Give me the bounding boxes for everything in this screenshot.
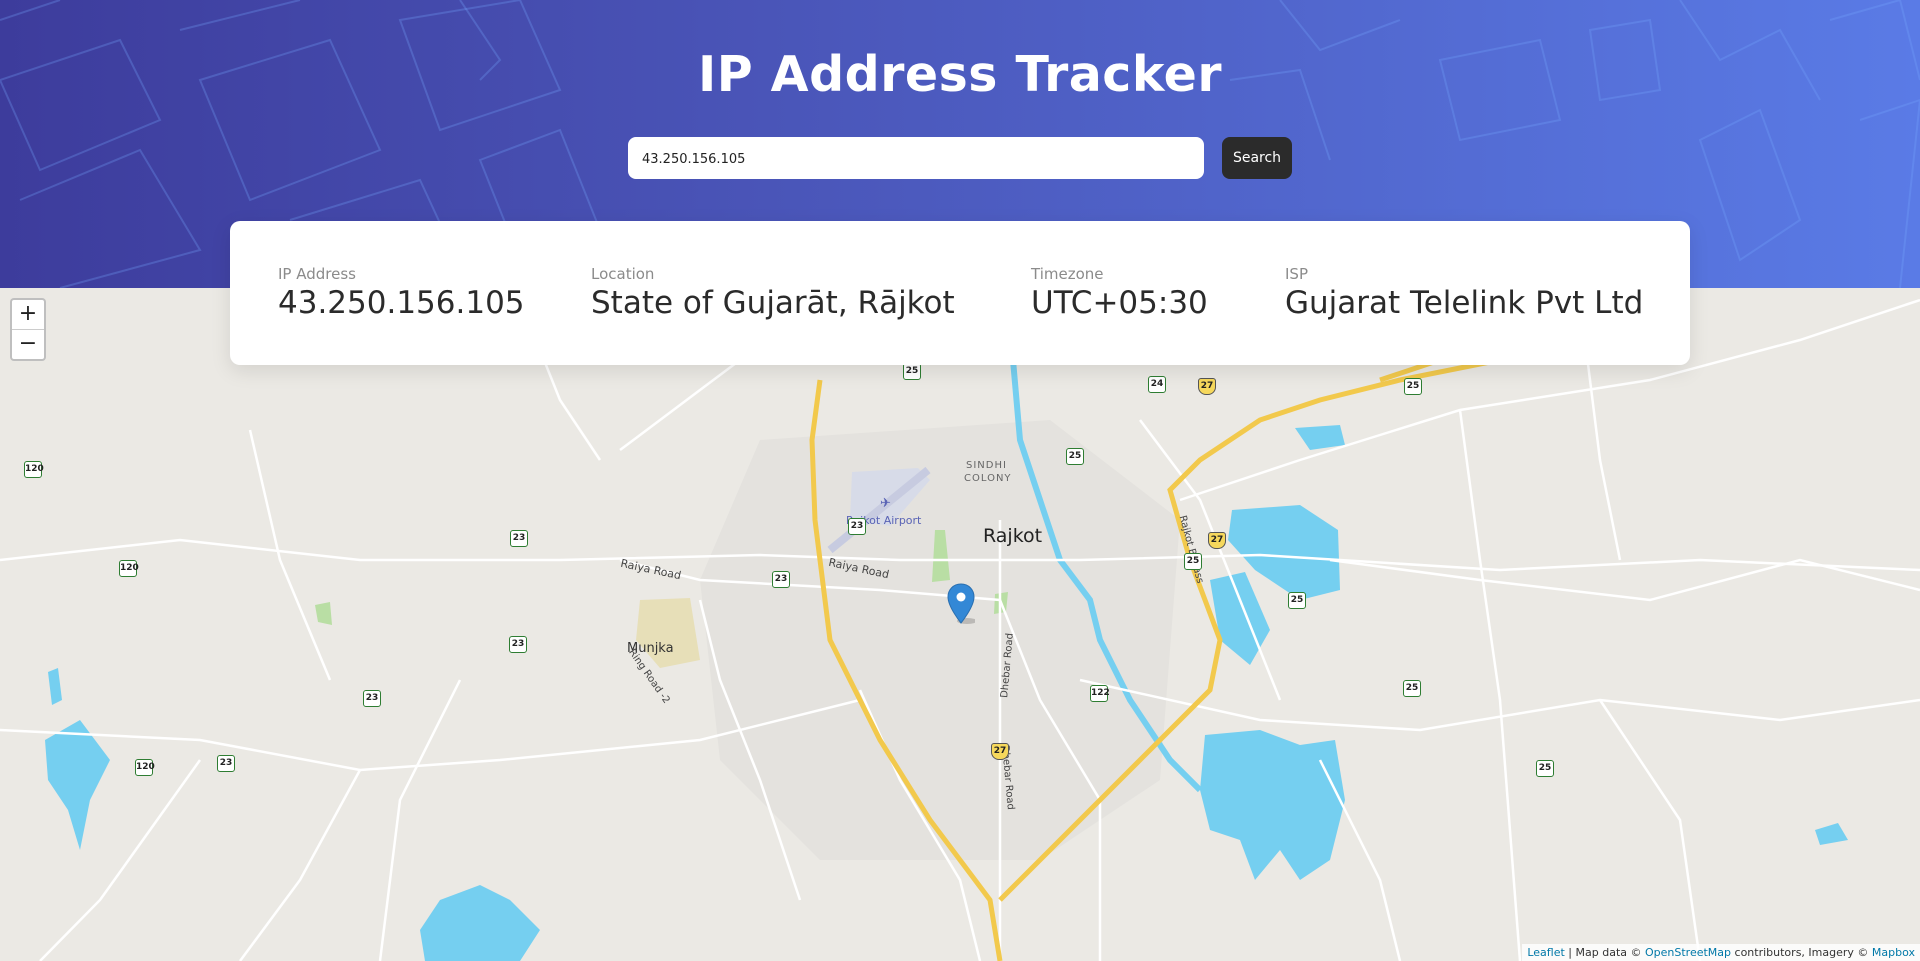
zoom-out-button[interactable]: − — [12, 330, 44, 359]
route-shield: 25 — [1288, 592, 1306, 609]
route-shield: 25 — [1536, 760, 1554, 777]
route-shield: 27 — [991, 743, 1009, 760]
field-area — [636, 598, 700, 668]
search-input[interactable] — [640, 137, 1194, 181]
map-attribution: Leaflet | Map data © OpenStreetMap contr… — [1522, 944, 1920, 961]
route-shield: 120 — [135, 759, 155, 776]
route-shield: 120 — [24, 461, 44, 478]
route-shield: 23 — [217, 755, 235, 772]
isp-value: Gujarat Telelink Pvt Ltd — [1285, 285, 1644, 321]
lake — [1295, 425, 1345, 450]
leaflet-link[interactable]: Leaflet — [1527, 946, 1564, 959]
route-shield: 25 — [903, 363, 921, 380]
ip-info-card: IP Address 43.250.156.105 Location State… — [230, 221, 1690, 365]
isp-label: ISP — [1285, 265, 1308, 283]
map-pin-icon[interactable] — [947, 583, 975, 625]
route-shield: 120 — [119, 560, 139, 577]
district-label: SINDHI — [966, 460, 1007, 471]
route-shield: 23 — [848, 518, 866, 535]
zoom-in-button[interactable]: + — [12, 300, 44, 330]
city-label: Rajkot — [983, 525, 1043, 547]
lake — [1200, 730, 1345, 880]
airport-icon: ✈ — [880, 496, 891, 511]
ip-address-label: IP Address — [278, 265, 356, 283]
route-shield: 27 — [1208, 532, 1226, 549]
district-label: COLONY — [964, 473, 1012, 484]
search-box — [628, 137, 1204, 181]
attribution-text: | Map data © — [1564, 946, 1645, 959]
route-shield: 25 — [1184, 553, 1202, 570]
timezone-field: Timezone UTC+05:30 — [1031, 265, 1208, 323]
route-shield: 25 — [1404, 378, 1422, 395]
openstreetmap-link[interactable]: OpenStreetMap — [1645, 946, 1731, 959]
route-shield: 27 — [1198, 378, 1216, 395]
location-value: State of Gujarāt, Rājkot — [591, 285, 955, 321]
route-shield: 23 — [363, 690, 381, 707]
zoom-control: + − — [10, 298, 46, 361]
route-shield: 23 — [772, 571, 790, 588]
timezone-label: Timezone — [1031, 265, 1104, 283]
route-shield: 23 — [510, 530, 528, 547]
lake — [48, 668, 62, 705]
park — [315, 602, 332, 625]
attribution-text: contributors, Imagery © — [1731, 946, 1872, 959]
route-shield: 122 — [1090, 685, 1110, 702]
lake — [1815, 823, 1848, 845]
route-shield: 24 — [1148, 376, 1166, 393]
route-shield: 25 — [1403, 680, 1421, 697]
isp-field: ISP Gujarat Telelink Pvt Ltd — [1285, 265, 1643, 323]
lake — [45, 720, 110, 850]
location-field: Location State of Gujarāt, Rājkot — [591, 265, 955, 323]
search-button[interactable]: Search — [1222, 137, 1292, 179]
ip-address-value: 43.250.156.105 — [278, 285, 525, 321]
location-label: Location — [591, 265, 655, 283]
route-shield: 23 — [509, 636, 527, 653]
timezone-value: UTC+05:30 — [1031, 285, 1208, 321]
route-shield: 25 — [1066, 448, 1084, 465]
mapbox-link[interactable]: Mapbox — [1872, 946, 1915, 959]
ip-address-field: IP Address 43.250.156.105 — [278, 265, 525, 323]
page-title: IP Address Tracker — [697, 46, 1223, 103]
lake — [420, 885, 540, 961]
